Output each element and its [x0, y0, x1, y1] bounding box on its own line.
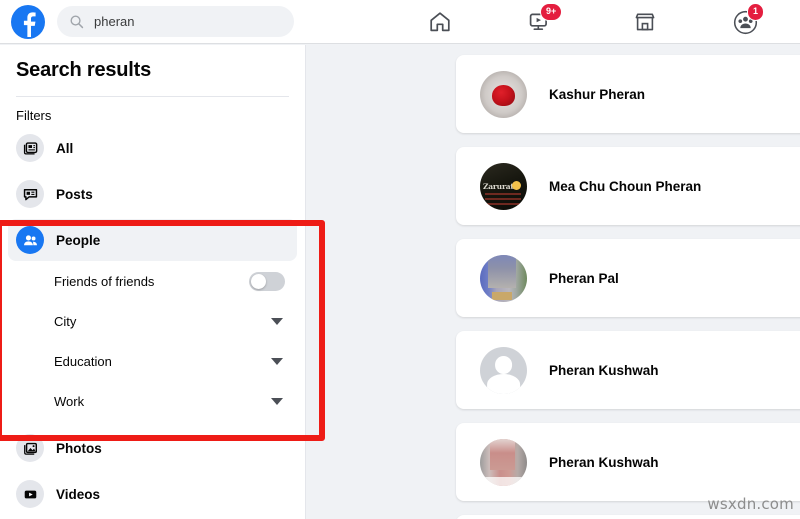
photo-icon	[16, 434, 44, 462]
filter-education[interactable]: Education	[8, 341, 297, 381]
nav-marketplace-button[interactable]	[625, 6, 665, 38]
result-card[interactable]: Pheran Kushwah	[456, 331, 800, 409]
video-icon	[16, 480, 44, 508]
search-input[interactable]: pheran	[57, 6, 294, 37]
result-card[interactable]: Pheran Kushwah	[456, 423, 800, 501]
filter-friends-of-friends[interactable]: Friends of friends	[8, 261, 297, 301]
filters-heading: Filters	[16, 108, 52, 123]
store-icon	[635, 13, 655, 31]
facebook-logo-icon[interactable]	[11, 4, 45, 39]
search-filters-sidebar: Search results Filters All Posts People …	[0, 45, 306, 519]
filter-label: Education	[54, 353, 112, 369]
friends-of-friends-toggle[interactable]	[249, 271, 285, 291]
result-name: Pheran Kushwah	[549, 362, 659, 378]
facebook-search-results-page: pheran 9+ 1 Search results Filters All P…	[0, 0, 800, 519]
result-card[interactable]: Kashur Pheran	[456, 55, 800, 133]
filter-label: Work	[54, 393, 85, 409]
nav-watch-button[interactable]: 9+	[520, 3, 563, 38]
filter-work[interactable]: Work	[8, 381, 297, 421]
result-card[interactable]: Pheran Pal	[456, 239, 800, 317]
result-name: Mea Chu Choun Pheran	[549, 178, 702, 194]
watch-badge: 9+	[540, 3, 563, 21]
search-query-text: pheran	[94, 14, 135, 29]
sidebar-item-videos[interactable]: Videos	[8, 473, 297, 515]
result-card[interactable]: Zarurat Mea Chu Choun Pheran	[456, 147, 800, 225]
newsfeed-icon	[16, 134, 44, 162]
avatar[interactable]	[480, 70, 527, 118]
sidebar-item-label: Posts	[56, 186, 93, 202]
avatar[interactable]: Zarurat	[480, 162, 527, 210]
watermark: wsxdn.com	[707, 495, 794, 513]
result-name: Kashur Pheran	[549, 86, 646, 102]
sidebar-item-photos[interactable]: Photos	[8, 427, 297, 469]
avatar[interactable]	[480, 438, 527, 486]
sidebar-item-posts[interactable]: Posts	[8, 173, 297, 215]
people-results-list: Kashur Pheran Zarurat Mea Chu Choun Pher…	[307, 45, 800, 519]
top-navigation-bar: pheran 9+ 1	[0, 0, 800, 44]
search-icon	[70, 15, 84, 29]
filter-label: City	[54, 313, 77, 329]
result-name: Pheran Pal	[549, 270, 619, 286]
result-card-partial[interactable]	[456, 515, 800, 519]
sidebar-item-people[interactable]: People	[8, 219, 297, 261]
page-title: Search results	[16, 59, 152, 81]
avatar[interactable]	[480, 346, 527, 394]
chevron-down-icon[interactable]	[271, 317, 283, 325]
people-icon	[16, 226, 44, 254]
sidebar-item-label: Photos	[56, 440, 102, 456]
home-icon	[430, 12, 450, 32]
filter-label: Friends of friends	[54, 273, 155, 289]
filter-city[interactable]: City	[8, 301, 297, 341]
toggle-knob	[251, 273, 266, 289]
chevron-down-icon[interactable]	[271, 397, 283, 405]
nav-groups-button[interactable]: 1	[725, 3, 765, 38]
posts-bubble-icon	[16, 180, 44, 208]
sidebar-item-label: People	[56, 232, 101, 248]
groups-badge: 1	[747, 3, 765, 21]
sidebar-item-label: All	[56, 140, 74, 156]
result-name: Pheran Kushwah	[549, 454, 659, 470]
header-nav-icons: 9+ 1	[400, 0, 800, 44]
avatar[interactable]	[480, 254, 527, 302]
nav-home-button[interactable]	[420, 6, 460, 38]
sidebar-item-label: Videos	[56, 486, 101, 502]
chevron-down-icon[interactable]	[271, 357, 283, 365]
sidebar-item-all[interactable]: All	[8, 127, 297, 169]
